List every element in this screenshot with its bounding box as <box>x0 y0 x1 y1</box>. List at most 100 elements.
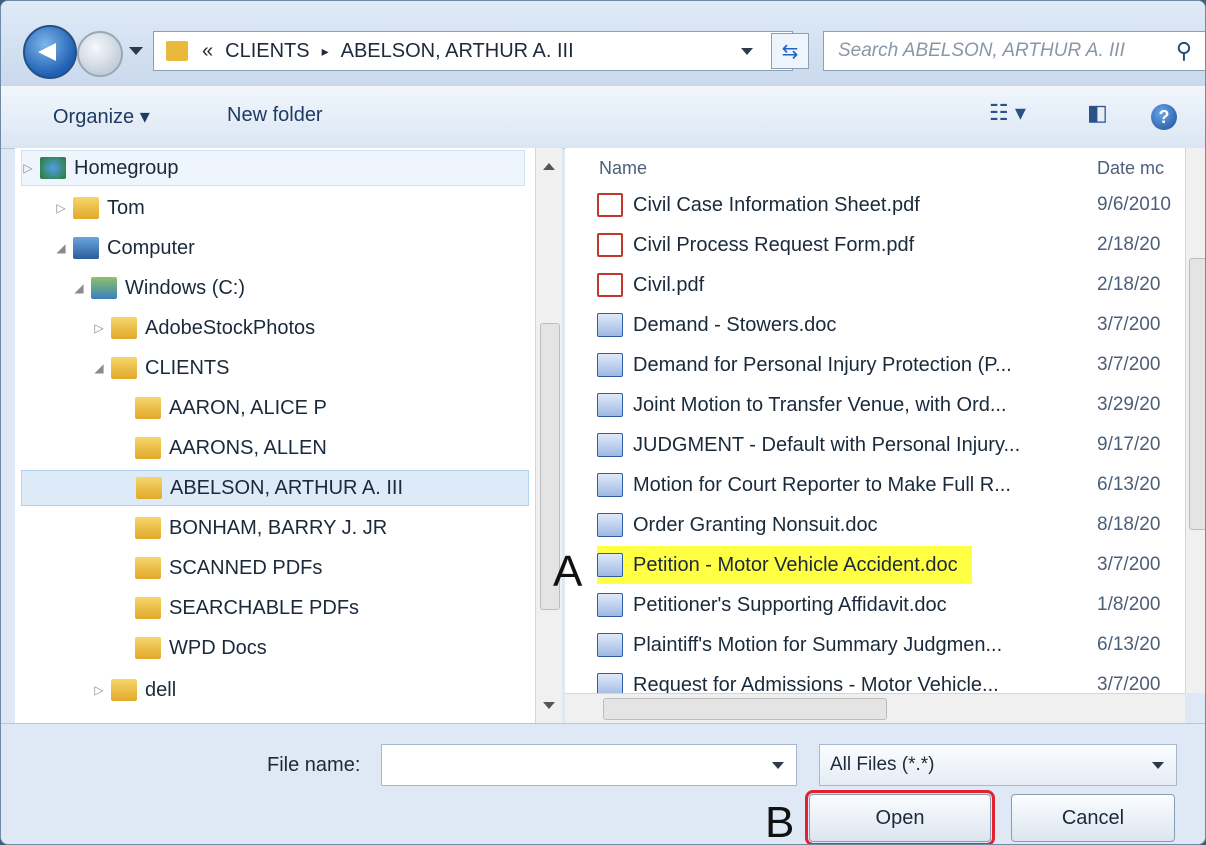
file-list: Name Date mc Civil Case Information Shee… <box>565 148 1185 693</box>
file-date: 8/18/20 <box>1097 514 1161 535</box>
file-row[interactable]: JUDGMENT - Default with Personal Injury.… <box>597 426 1020 464</box>
scrollbar-thumb[interactable] <box>603 698 887 720</box>
folder-icon <box>135 637 161 659</box>
forward-button[interactable] <box>77 31 123 77</box>
navigation-pane: ▷ Homegroup ▷ Tom ◢ Computer ◢ Windows (… <box>15 148 536 723</box>
doc-file-icon <box>597 393 623 417</box>
expand-arrow-icon[interactable]: ▷ <box>55 201 67 215</box>
nav-item-computer[interactable]: ◢ Computer <box>55 230 195 266</box>
nav-item-tom[interactable]: ▷ Tom <box>55 190 145 226</box>
file-type-filter[interactable]: All Files (*.*) <box>819 744 1177 786</box>
nav-item-aaron-alice[interactable]: AARON, ALICE P <box>135 390 327 426</box>
nav-item-scanned-pdfs[interactable]: SCANNED PDFs <box>135 550 322 586</box>
change-view-icon[interactable]: ☷ ▾ <box>989 100 1026 126</box>
file-date: 1/8/200 <box>1097 594 1161 615</box>
command-toolbar: Organize ▾ New folder ☷ ▾ ◧ ? <box>1 86 1205 149</box>
nav-item-wpd-docs[interactable]: WPD Docs <box>135 630 267 666</box>
search-placeholder: Search ABELSON, ARTHUR A. III <box>838 40 1125 61</box>
scroll-up-icon[interactable] <box>543 163 555 170</box>
file-row[interactable]: Joint Motion to Transfer Venue, with Ord… <box>597 386 1007 424</box>
collapse-arrow-icon[interactable]: ◢ <box>55 241 67 255</box>
file-row[interactable]: Civil.pdf <box>597 266 704 304</box>
drive-icon <box>91 277 117 299</box>
open-file-dialog: « CLIENTS ▸ ABELSON, ARTHUR A. III ⇆ Sea… <box>0 0 1206 845</box>
file-row[interactable]: Petitioner's Supporting Affidavit.doc <box>597 586 947 624</box>
folder-icon <box>135 557 161 579</box>
scrollbar-thumb[interactable] <box>1189 258 1205 530</box>
nav-pane-scrollbar[interactable] <box>535 148 562 723</box>
collapse-arrow-icon[interactable]: ◢ <box>73 281 85 295</box>
nav-item-label: Homegroup <box>74 156 179 179</box>
nav-item-label: ABELSON, ARTHUR A. III <box>170 476 404 499</box>
file-date: 2/18/20 <box>1097 274 1161 295</box>
nav-item-label: AARONS, ALLEN <box>169 436 327 459</box>
organize-button[interactable]: Organize ▾ <box>53 104 150 129</box>
nav-item-bonham-barry[interactable]: BONHAM, BARRY J. JR <box>135 510 387 546</box>
breadcrumb-abelson[interactable]: ABELSON, ARTHUR A. III <box>341 40 574 63</box>
file-row[interactable]: Demand - Stowers.doc <box>597 306 836 344</box>
collapse-arrow-icon[interactable]: ◢ <box>93 361 105 375</box>
nav-item-label: Tom <box>107 196 145 219</box>
open-button[interactable]: Open <box>805 790 995 844</box>
file-row[interactable]: Request for Admissions - Motor Vehicle..… <box>597 666 999 693</box>
address-bar[interactable]: « CLIENTS ▸ ABELSON, ARTHUR A. III <box>153 31 793 71</box>
file-date: 2/18/20 <box>1097 234 1161 255</box>
dialog-footer: File name: All Files (*.*) B Open Cancel <box>1 723 1205 844</box>
folder-icon <box>166 41 188 61</box>
file-row[interactable]: Plaintiff's Motion for Summary Judgmen..… <box>597 626 1002 664</box>
column-header-date[interactable]: Date mc <box>1097 158 1164 179</box>
file-name: Demand - Stowers.doc <box>633 313 837 336</box>
refresh-button[interactable]: ⇆ <box>771 33 809 69</box>
file-row[interactable]: Order Granting Nonsuit.doc <box>597 506 878 544</box>
nav-item-label: AdobeStockPhotos <box>145 316 316 339</box>
file-name-dropdown-icon[interactable] <box>772 762 784 769</box>
nav-item-abelson-arthur[interactable]: ABELSON, ARTHUR A. III <box>21 470 529 506</box>
nav-item-adobestockphotos[interactable]: ▷ AdobeStockPhotos <box>93 310 315 346</box>
file-name: Civil Case Information Sheet.pdf <box>633 193 920 216</box>
expand-arrow-icon[interactable]: ▷ <box>22 161 34 175</box>
file-name: Demand for Personal Injury Protection (P… <box>633 353 1012 376</box>
breadcrumb-separator[interactable]: ▸ <box>322 43 329 60</box>
nav-item-clients[interactable]: ◢ CLIENTS <box>93 350 229 386</box>
preview-pane-icon[interactable]: ◧ <box>1087 100 1108 126</box>
nav-item-label: dell <box>145 678 177 701</box>
cancel-button[interactable]: Cancel <box>1011 794 1175 842</box>
new-folder-button[interactable]: New folder <box>227 104 323 127</box>
file-row[interactable]: Civil Case Information Sheet.pdf <box>597 186 920 224</box>
search-icon[interactable]: ⚲ <box>1176 38 1192 64</box>
breadcrumb-clients[interactable]: CLIENTS <box>225 40 309 63</box>
file-name: Petition - Motor Vehicle Accident.doc <box>633 553 958 576</box>
file-row[interactable]: Motion for Court Reporter to Make Full R… <box>597 466 1011 504</box>
file-row[interactable]: Civil Process Request Form.pdf <box>597 226 914 264</box>
file-row[interactable]: Demand for Personal Injury Protection (P… <box>597 346 1012 384</box>
chevron-down-icon[interactable] <box>1152 761 1164 769</box>
column-header-name[interactable]: Name <box>599 158 647 179</box>
search-box[interactable]: Search ABELSON, ARTHUR A. III ⚲ <box>823 31 1205 71</box>
file-name: Order Granting Nonsuit.doc <box>633 513 878 536</box>
file-row-highlighted[interactable]: Petition - Motor Vehicle Accident.doc <box>597 546 972 584</box>
recent-locations-dropdown[interactable] <box>129 47 143 55</box>
back-button[interactable] <box>23 25 77 79</box>
help-icon[interactable]: ? <box>1151 104 1177 130</box>
nav-item-dell[interactable]: ▷ dell <box>93 672 176 708</box>
file-list-vertical-scrollbar[interactable] <box>1185 148 1205 693</box>
nav-item-windows-c[interactable]: ◢ Windows (C:) <box>73 270 245 306</box>
address-bar-area: « CLIENTS ▸ ABELSON, ARTHUR A. III ⇆ Sea… <box>1 1 1205 86</box>
nav-item-homegroup[interactable]: ▷ Homegroup <box>21 150 525 186</box>
file-name: Civil Process Request Form.pdf <box>633 233 915 256</box>
file-list-horizontal-scrollbar[interactable] <box>565 693 1185 724</box>
file-date: 6/13/20 <box>1097 634 1161 655</box>
breadcrumb-overflow[interactable]: « <box>202 40 213 63</box>
nav-item-aarons-allen[interactable]: AARONS, ALLEN <box>135 430 327 466</box>
doc-file-icon <box>597 633 623 657</box>
nav-item-searchable-pdfs[interactable]: SEARCHABLE PDFs <box>135 590 359 626</box>
expand-arrow-icon[interactable]: ▷ <box>93 321 105 335</box>
scroll-down-icon[interactable] <box>543 702 555 709</box>
folder-icon <box>111 679 137 701</box>
file-date: 6/13/20 <box>1097 474 1161 495</box>
nav-item-label: SCANNED PDFs <box>169 556 323 579</box>
address-dropdown-icon[interactable] <box>741 48 753 55</box>
expand-arrow-icon[interactable]: ▷ <box>93 683 105 697</box>
file-name-input[interactable] <box>382 745 752 785</box>
file-name-field[interactable] <box>381 744 797 786</box>
